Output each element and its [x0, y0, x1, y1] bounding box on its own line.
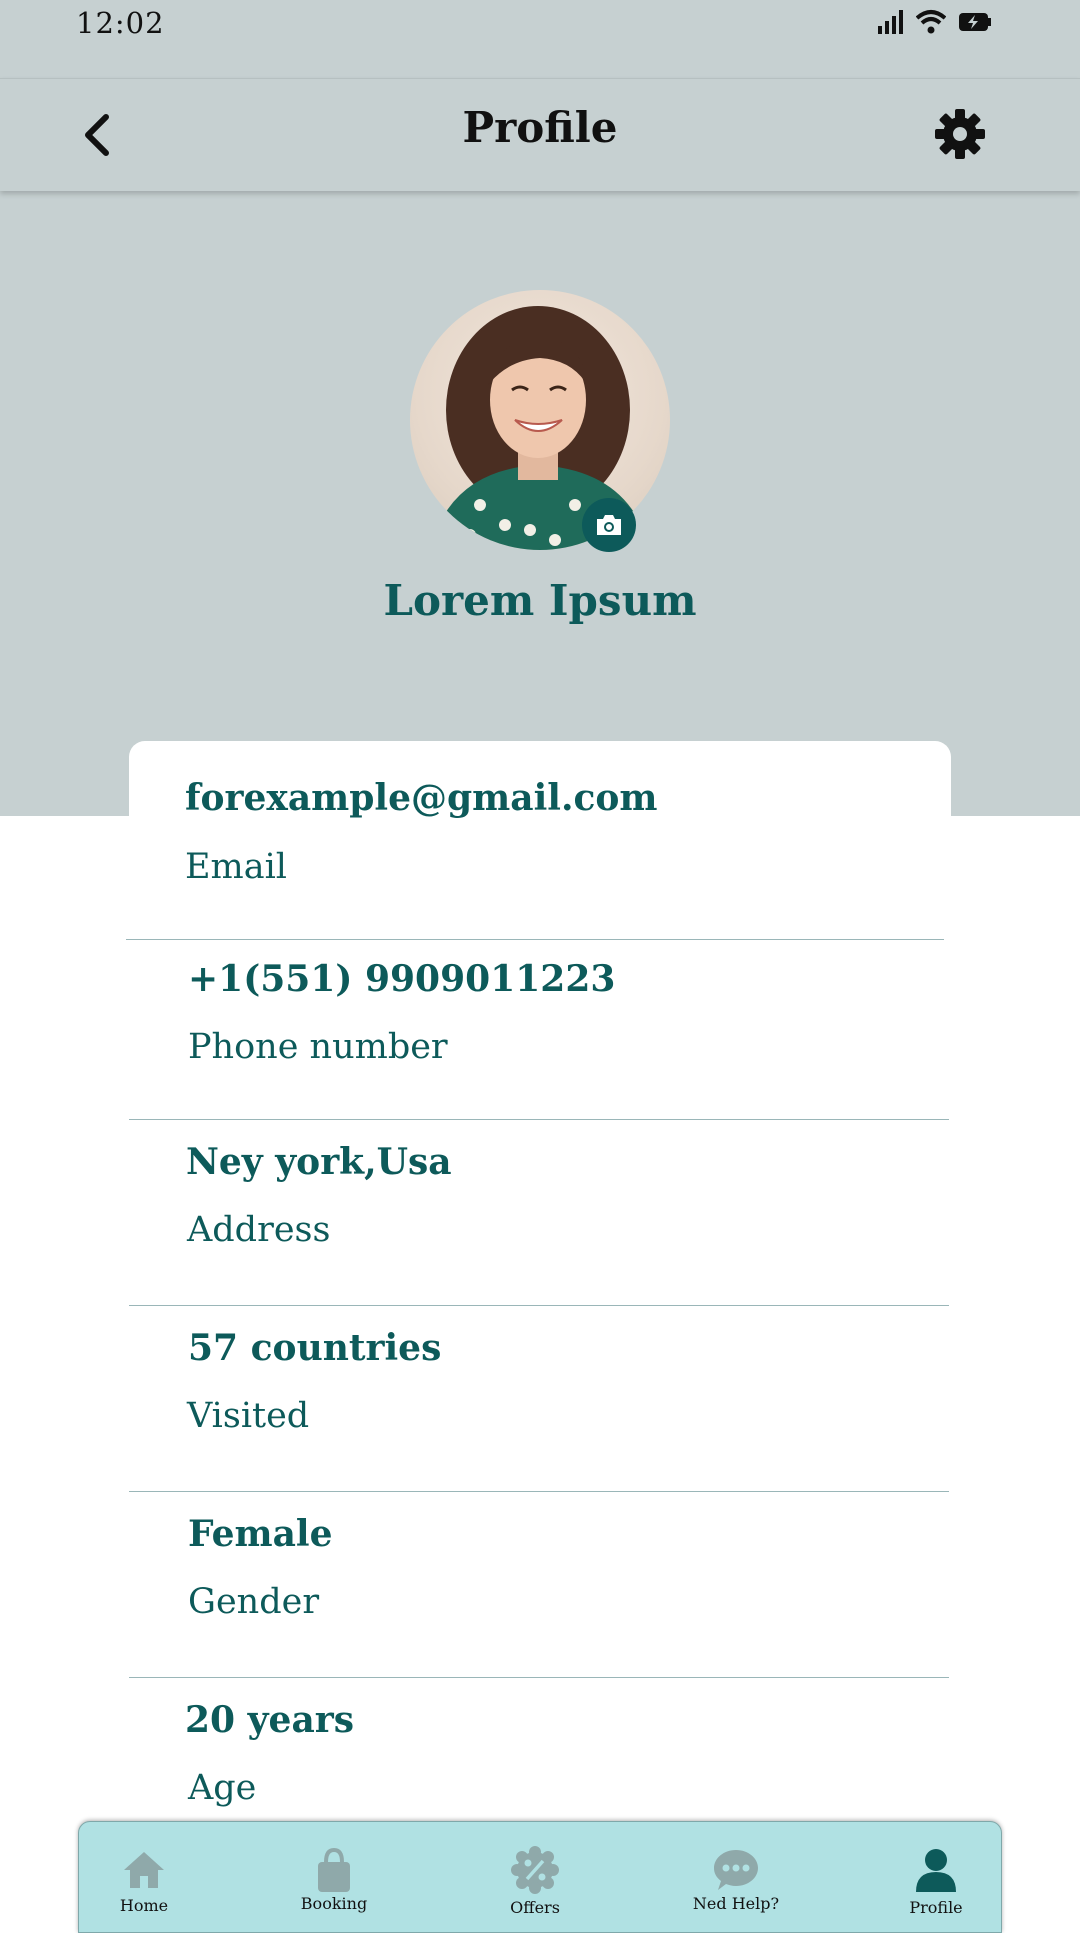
nav-label-home: Home: [119, 1896, 169, 1915]
page-title: Profile: [462, 103, 618, 152]
nav-label-booking: Booking: [300, 1894, 368, 1913]
nav-item-offers[interactable]: Offers: [470, 1822, 600, 1922]
nav-label-profile: Profile: [909, 1898, 963, 1917]
email-label: Email: [185, 847, 287, 887]
phone-label: Phone number: [188, 1027, 448, 1067]
nav-item-booking[interactable]: Booking: [269, 1822, 399, 1922]
battery-charging-icon: [958, 11, 992, 33]
change-photo-button[interactable]: [582, 498, 636, 552]
status-bar: 12:02: [0, 0, 1080, 76]
signal-icon: [876, 8, 904, 36]
wifi-icon: [916, 9, 946, 35]
chat-bubble-icon: [714, 1850, 758, 1890]
nav-item-profile[interactable]: Profile: [871, 1822, 1001, 1922]
age-label: Age: [188, 1768, 257, 1808]
gear-icon: [935, 109, 985, 159]
address-label: Address: [187, 1210, 331, 1250]
profile-info-card: forexample@gmail.com Email +1(551) 99090…: [126, 741, 951, 1921]
nav-label-offers: Offers: [510, 1898, 560, 1917]
age-value: 20 years: [185, 1699, 355, 1741]
settings-button[interactable]: [932, 106, 988, 162]
divider: [129, 1677, 949, 1678]
home-icon: [124, 1852, 164, 1888]
user-icon: [916, 1849, 956, 1892]
camera-icon: [597, 515, 621, 535]
visited-value: 57 countries: [188, 1327, 442, 1369]
address-value: Ney york,Usa: [186, 1141, 452, 1183]
divider: [129, 1491, 949, 1492]
bottom-navigation: Home Booking Offers Ned Help? Profile: [78, 1821, 1002, 1933]
user-name: Lorem Ipsum: [383, 576, 697, 625]
email-value: forexample@gmail.com: [185, 777, 658, 819]
divider: [126, 939, 944, 940]
phone-value: +1(551) 9909011223: [188, 958, 616, 1000]
avatar-container: [410, 290, 670, 552]
divider: [129, 1305, 949, 1306]
status-time: 12:02: [76, 6, 165, 40]
app-header: Profile: [0, 78, 1080, 191]
divider: [129, 1119, 949, 1120]
shopping-bag-icon: [318, 1847, 350, 1892]
gender-label: Gender: [188, 1582, 320, 1622]
percent-badge-icon: [511, 1846, 559, 1894]
visited-label: Visited: [187, 1396, 310, 1436]
gender-value: Female: [188, 1513, 333, 1555]
nav-label-help: Ned Help?: [692, 1894, 780, 1913]
nav-item-home[interactable]: Home: [79, 1822, 209, 1922]
nav-item-help[interactable]: Ned Help?: [671, 1822, 801, 1922]
